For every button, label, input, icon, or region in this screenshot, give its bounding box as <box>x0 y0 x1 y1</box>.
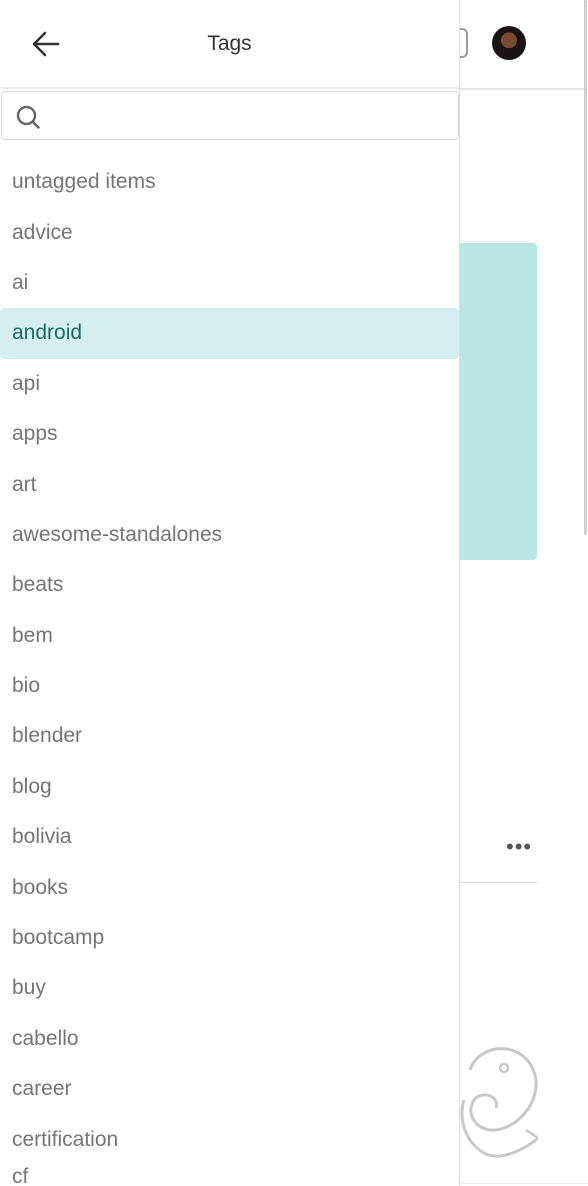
drawer-title: Tags <box>207 32 252 55</box>
header-divider <box>460 88 588 90</box>
tag-item-android[interactable]: android <box>0 308 459 359</box>
tag-item-buy[interactable]: buy <box>0 963 459 1013</box>
search-input[interactable] <box>50 100 450 132</box>
avatar[interactable] <box>492 26 526 60</box>
tag-item-api[interactable]: api <box>0 359 459 409</box>
tag-item-beats[interactable]: beats <box>0 560 459 610</box>
content-card[interactable] <box>460 243 537 560</box>
tags-drawer: Tags untagged items advice ai android api app… <box>0 0 460 1186</box>
tag-item-career[interactable]: career <box>0 1064 459 1114</box>
tag-item-awesome-standalones[interactable]: awesome-standalones <box>0 510 459 560</box>
content-divider <box>460 882 537 883</box>
tag-item-certification[interactable]: certification <box>0 1114 459 1164</box>
search-icon <box>16 105 40 129</box>
search-field[interactable] <box>1 91 459 140</box>
tag-item-ai[interactable]: ai <box>0 258 459 308</box>
tag-item-bio[interactable]: bio <box>0 661 459 711</box>
tag-item-partial[interactable]: cf <box>0 1165 459 1186</box>
tag-item-bem[interactable]: bem <box>0 611 459 661</box>
more-options-icon[interactable]: ••• <box>506 834 532 860</box>
tag-item-advice[interactable]: advice <box>0 207 459 257</box>
tag-item-apps[interactable]: apps <box>0 409 459 459</box>
tag-item-blog[interactable]: blog <box>0 762 459 812</box>
bottom-divider <box>460 1183 588 1184</box>
scrollbar[interactable] <box>584 0 587 535</box>
empty-state-illustration <box>460 1047 538 1158</box>
tag-item-cabello[interactable]: cabello <box>0 1014 459 1064</box>
tag-item-untagged-items[interactable]: untagged items <box>0 157 459 207</box>
tag-item-books[interactable]: books <box>0 862 459 912</box>
tag-list: untagged items advice ai android api apps art a… <box>0 157 459 1186</box>
tag-item-blender[interactable]: blender <box>0 711 459 761</box>
tag-item-bolivia[interactable]: bolivia <box>0 812 459 862</box>
drawer-header: Tags <box>0 0 459 89</box>
tag-item-art[interactable]: art <box>0 459 459 509</box>
tag-item-bootcamp[interactable]: bootcamp <box>0 913 459 963</box>
